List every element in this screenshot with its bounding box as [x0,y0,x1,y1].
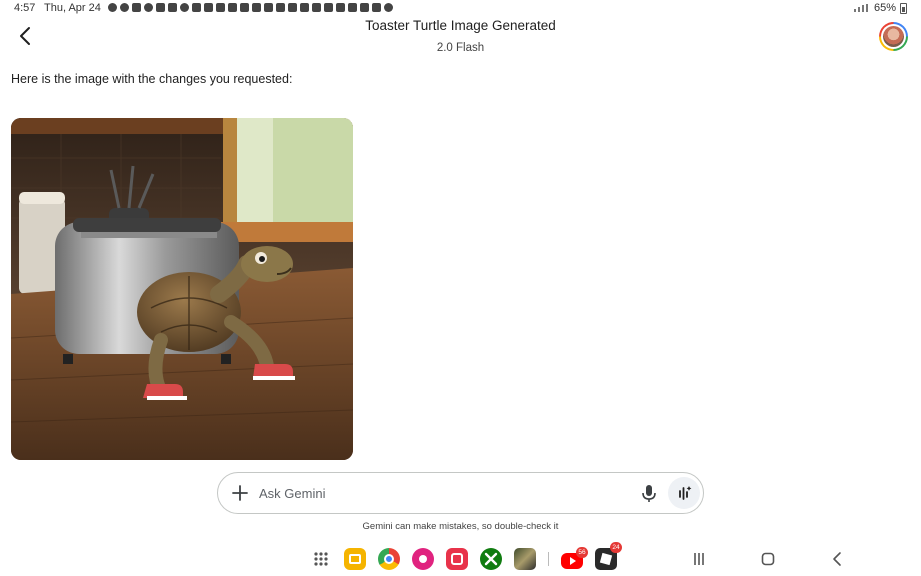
camera-icon[interactable] [446,548,468,570]
game-icon[interactable] [514,548,536,570]
battery-level: 65% [873,2,896,14]
live-waveform-icon [679,486,692,500]
prompt-input-bar [217,472,704,514]
notification-icons [108,3,393,12]
recents-icon [694,553,704,565]
account-avatar[interactable] [879,22,908,51]
gemini-live-button[interactable] [668,477,700,509]
response-text: Here is the image with the changes you r… [11,72,293,86]
nav-back-button[interactable] [829,550,847,568]
xbox-icon[interactable] [480,548,502,570]
battery-icon [900,2,907,14]
nav-back-icon [833,552,841,566]
avatar-photo [883,26,904,47]
recents-button[interactable] [690,550,708,568]
status-bar: 4:57 Thu, Apr 24 65% [0,0,921,16]
taskbar-dock: 56 24 [310,542,622,573]
plus-icon [232,485,248,501]
roblox-icon[interactable]: 24 [595,542,622,570]
disclaimer-text: Gemini can make mistakes, so double-chec… [362,521,559,532]
conversation-title[interactable]: Toaster Turtle Image Generated [0,18,921,33]
youtube-badge: 56 [576,546,588,558]
status-date: Thu, Apr 24 [44,2,101,14]
home-icon [761,552,775,566]
home-button[interactable] [759,550,777,568]
ask-gemini-input[interactable] [259,483,629,503]
my-files-icon[interactable] [344,548,366,570]
microphone-button[interactable] [638,482,660,504]
roblox-badge: 24 [610,542,622,553]
microphone-icon [642,485,656,502]
model-label[interactable]: 2.0 Flash [0,42,921,54]
system-status: 65% [853,2,907,14]
galaxy-store-icon[interactable] [412,548,434,570]
wifi-icon [853,4,870,12]
status-time: 4:57 [14,2,36,14]
app-drawer-icon[interactable] [310,548,332,570]
dock-divider [548,552,549,566]
toaster-turtle-illustration [11,118,353,460]
generated-image[interactable] [11,118,353,460]
add-attachment-button[interactable] [230,483,250,503]
chrome-icon[interactable] [378,548,400,570]
youtube-icon[interactable]: 56 [561,546,588,569]
